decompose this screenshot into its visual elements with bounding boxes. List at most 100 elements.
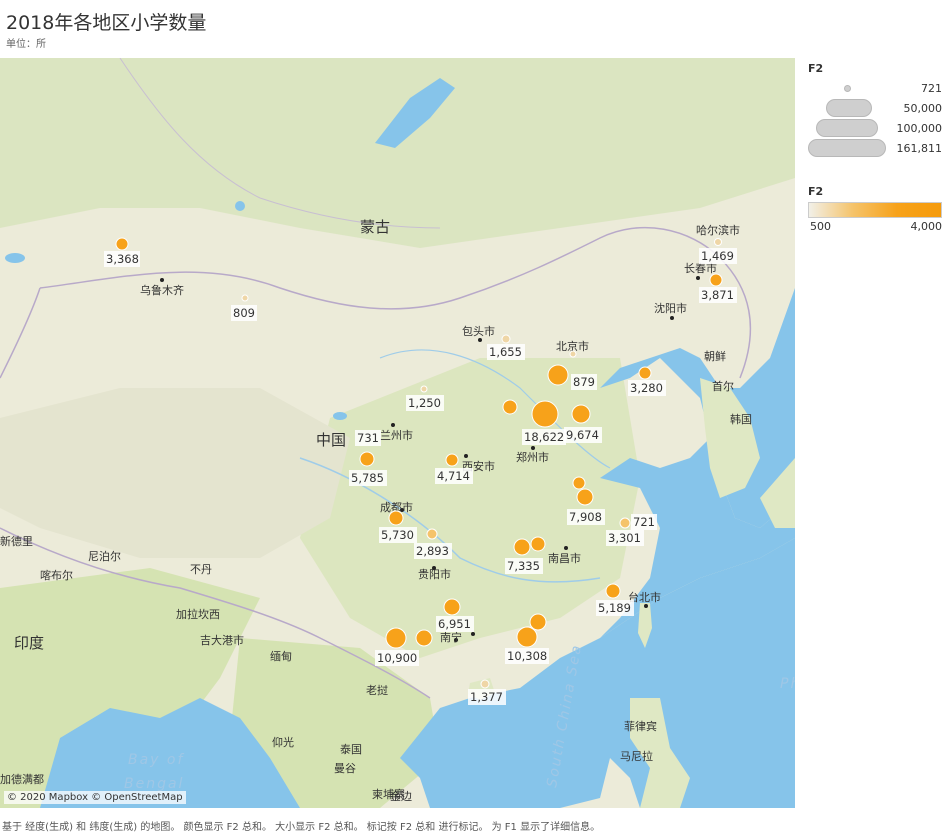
- size-legend: 721 50,000 100,000 161,811: [808, 79, 944, 179]
- label-thailand: 泰国: [340, 742, 362, 756]
- value-label: 5,785: [351, 471, 384, 485]
- marker-guangxi[interactable]: [415, 629, 433, 647]
- color-gradient: [808, 202, 942, 218]
- unit-subtitle: 单位：所: [6, 39, 46, 50]
- marker-hainan[interactable]: [480, 679, 490, 689]
- label-ph: Ph: [780, 676, 795, 692]
- value-label: 2,893: [416, 544, 449, 558]
- value-label: 1,469: [701, 249, 734, 263]
- marker-anhui[interactable]: [576, 488, 594, 506]
- value-label: 1,250: [408, 396, 441, 410]
- size-legend-title: F2: [808, 62, 824, 75]
- label-nanchang: 南昌市: [548, 551, 581, 565]
- label-yangon: 仰光: [272, 735, 294, 749]
- marker-jiangxi[interactable]: [530, 536, 546, 552]
- size-symbol: [844, 85, 851, 92]
- label-kalakanxi: 加拉坎西: [176, 607, 220, 621]
- dashboard-title: 2018年各地区小学数量: [6, 12, 207, 34]
- label-seoul: 首尔: [712, 379, 734, 393]
- color-legend-labels: 500 4,000: [808, 218, 944, 234]
- marker-henan[interactable]: [531, 400, 559, 428]
- size-symbol: [826, 99, 872, 117]
- value-label: 3,871: [701, 288, 734, 302]
- value-label: 10,308: [507, 649, 547, 663]
- label-baotou: 包头市: [462, 324, 495, 338]
- size-label: 100,000: [896, 122, 943, 135]
- value-label: 721: [633, 515, 655, 529]
- marker-yunnan[interactable]: [385, 627, 407, 649]
- marker-fujian[interactable]: [605, 583, 621, 599]
- label-newdelhi: 新德里: [0, 534, 33, 548]
- value-label: 809: [233, 306, 255, 320]
- label-mongolia: 蒙古: [360, 218, 390, 236]
- size-label: 161,811: [896, 142, 943, 155]
- value-label: 3,301: [608, 531, 641, 545]
- marker-guangdong[interactable]: [516, 626, 538, 648]
- label-lanzhou: 兰州市: [380, 428, 413, 442]
- marker-chongqing[interactable]: [426, 528, 438, 540]
- marker-liaoning[interactable]: [638, 366, 652, 380]
- value-label: 5,189: [598, 601, 631, 615]
- size-symbol: [816, 119, 878, 137]
- size-label: 50,000: [903, 102, 943, 115]
- marker-guangdong-n[interactable]: [529, 613, 547, 631]
- marker-shanxi[interactable]: [502, 399, 518, 415]
- value-label: 1,655: [489, 345, 522, 359]
- marker-jiangsu[interactable]: [572, 476, 586, 490]
- map-attribution[interactable]: © 2020 Mapbox © OpenStreetMap: [4, 791, 186, 804]
- marker-ningxia[interactable]: [420, 385, 428, 393]
- label-myanmar: 缅甸: [270, 649, 292, 663]
- label-guiyang: 贵阳市: [418, 567, 451, 581]
- size-symbol: [808, 139, 886, 157]
- value-label: 18,622: [524, 430, 564, 444]
- label-manila: 马尼拉: [620, 749, 653, 763]
- marker-sichuan[interactable]: [388, 510, 404, 526]
- marker-heilongjiang[interactable]: [714, 238, 722, 246]
- value-label: 3,280: [630, 381, 663, 395]
- marker-innermongolia[interactable]: [501, 334, 511, 344]
- label-kathmandu: 加德满都: [0, 772, 44, 786]
- label-philippines: 菲律宾: [624, 719, 657, 733]
- label-nanning: 南宁: [440, 630, 462, 644]
- marker-qinghai[interactable]: [241, 294, 249, 302]
- marker-jilin[interactable]: [709, 273, 723, 287]
- label-phnompenh: 金边: [390, 789, 412, 803]
- label-china: 中国: [316, 431, 346, 449]
- map-caption: 基于 经度(生成) 和 纬度(生成) 的地图。 颜色显示 F2 总和。 大小显示…: [2, 822, 601, 833]
- legend-panel: F2 721 50,000 100,000 161,811 F2 500 4,0…: [808, 62, 944, 234]
- label-nepal: 尼泊尔: [88, 550, 121, 563]
- marker-guizhou[interactable]: [443, 598, 461, 616]
- marker-gansu[interactable]: [359, 451, 375, 467]
- value-label: 4,714: [437, 469, 470, 483]
- marker-beijing[interactable]: [569, 350, 577, 358]
- label-bhutan: 不丹: [190, 563, 212, 576]
- marker-shandong[interactable]: [571, 404, 591, 424]
- marker-hunan[interactable]: [513, 538, 531, 556]
- value-label: 10,900: [377, 651, 417, 665]
- marker-shaanxi[interactable]: [445, 453, 459, 467]
- map-canvas[interactable]: 蒙古 中国 印度 朝鲜 韩国 首尔 缅甸 老挝 泰国 曼谷 柬埔寨 菲律宾 马尼…: [0, 58, 795, 808]
- size-label: 721: [921, 82, 942, 95]
- value-label: 3,368: [106, 252, 139, 266]
- color-min-label: 500: [810, 220, 831, 233]
- size-legend-row: 100,000: [808, 119, 944, 139]
- label-bangkok: 曼谷: [334, 762, 356, 775]
- label-harbin: 哈尔滨市: [696, 223, 740, 237]
- label-bengal: Bengal: [124, 776, 184, 792]
- label-laos: 老挝: [366, 683, 388, 697]
- color-max-label: 4,000: [910, 220, 943, 233]
- map-view[interactable]: 蒙古 中国 印度 朝鲜 韩国 首尔 缅甸 老挝 泰国 曼谷 柬埔寨 菲律宾 马尼…: [0, 58, 795, 808]
- value-label: 731: [357, 431, 379, 445]
- value-label: 9,674: [566, 428, 599, 442]
- size-legend-row: 50,000: [808, 99, 944, 119]
- label-bay-of: Bay of: [128, 752, 184, 768]
- label-rok: 韩国: [730, 412, 752, 426]
- marker-hebei[interactable]: [547, 364, 569, 386]
- value-label: 7,908: [569, 510, 602, 524]
- marker-xinjiang[interactable]: [115, 237, 129, 251]
- label-kabul: 喀布尔: [40, 569, 73, 582]
- value-label: 1,377: [470, 690, 503, 704]
- label-shenyang: 沈阳市: [654, 301, 687, 315]
- label-chittagong: 吉大港市: [200, 633, 244, 647]
- marker-zhejiang[interactable]: [619, 517, 631, 529]
